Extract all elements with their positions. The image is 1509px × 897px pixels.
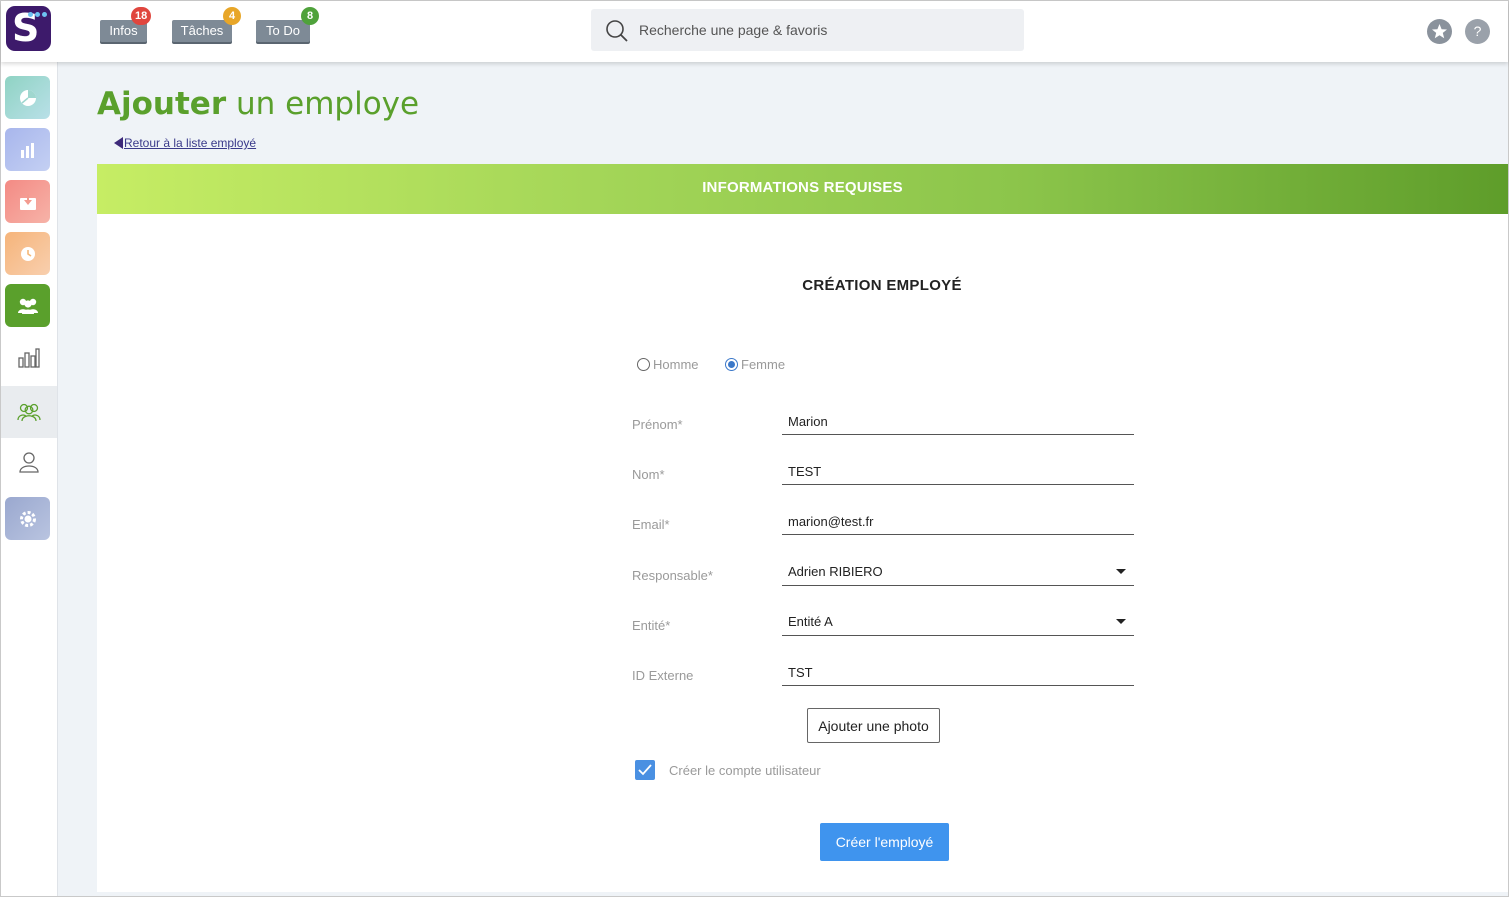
sidebar-item-settings[interactable] xyxy=(5,497,50,540)
sidebar-item-dashboard[interactable] xyxy=(5,76,50,119)
back-to-list-link[interactable]: Retour à la liste employé xyxy=(114,136,256,150)
radio-femme[interactable]: Femme xyxy=(725,357,785,372)
entite-select[interactable]: Entité A xyxy=(782,610,1134,636)
help-button[interactable]: ? xyxy=(1465,19,1490,44)
users-outline-icon xyxy=(17,403,41,422)
radio-femme-label: Femme xyxy=(741,357,786,372)
todo-count-badge: 8 xyxy=(301,7,319,25)
create-account-row[interactable]: Créer le compte utilisateur xyxy=(635,760,821,780)
download-box-icon xyxy=(19,193,36,210)
sidebar-item-team[interactable] xyxy=(5,284,50,327)
nom-input[interactable] xyxy=(782,459,1134,483)
user-outline-icon xyxy=(19,452,39,473)
prenom-field[interactable] xyxy=(782,409,1134,435)
radio-homme[interactable]: Homme xyxy=(637,357,699,372)
radio-homme-label: Homme xyxy=(653,357,699,372)
gear-icon xyxy=(19,510,36,527)
search-icon xyxy=(606,20,628,42)
chevron-down-icon xyxy=(1116,569,1126,574)
tab-infos-label: Infos xyxy=(109,23,138,38)
back-link-label: Retour à la liste employé xyxy=(124,136,257,150)
responsable-value: Adrien RIBIERO xyxy=(788,564,883,579)
nom-field[interactable] xyxy=(782,459,1134,485)
help-icon: ? xyxy=(1473,23,1482,39)
favorites-button[interactable] xyxy=(1427,19,1452,44)
email-field[interactable] xyxy=(782,509,1134,535)
card-header: INFORMATIONS REQUISES xyxy=(97,164,1508,214)
sidebar-item-employees[interactable] xyxy=(1,386,57,438)
clock-icon xyxy=(20,246,35,261)
sidebar-item-time[interactable] xyxy=(5,232,50,275)
page-title: Ajouter un employe xyxy=(97,86,419,122)
tab-infos[interactable]: Infos 18 xyxy=(100,7,152,42)
create-account-label: Créer le compte utilisateur xyxy=(669,762,821,778)
prenom-label: Prénom* xyxy=(632,417,683,432)
star-icon xyxy=(1432,24,1447,39)
page-title-light: un employe xyxy=(235,86,420,122)
chevron-down-icon xyxy=(1116,619,1126,624)
prenom-input[interactable] xyxy=(782,409,1134,433)
sidebar-item-profile[interactable] xyxy=(1,437,57,487)
entite-value: Entité A xyxy=(788,614,833,629)
sidebar xyxy=(1,62,58,896)
sidebar-item-analytics[interactable] xyxy=(1,332,57,382)
bars-outline-icon xyxy=(18,348,40,368)
nom-label: Nom* xyxy=(632,467,665,482)
sidebar-item-inbox[interactable] xyxy=(5,180,50,223)
app-logo[interactable]: S xyxy=(6,6,51,51)
radio-femme-circle[interactable] xyxy=(725,358,738,371)
add-photo-button[interactable]: Ajouter une photo xyxy=(807,708,940,743)
create-account-checkbox[interactable] xyxy=(635,760,655,780)
tab-todo-label: To Do xyxy=(266,23,300,38)
top-bar: S Infos 18 Tâches 4 To Do 8 ? xyxy=(1,1,1508,62)
create-employee-button[interactable]: Créer l'employé xyxy=(820,823,949,861)
back-arrow-icon xyxy=(114,137,123,149)
search-input[interactable] xyxy=(639,19,1009,41)
sidebar-item-stats[interactable] xyxy=(5,128,50,171)
page-title-strong: Ajouter xyxy=(97,86,227,122)
id-externe-field[interactable] xyxy=(782,660,1134,686)
infos-count-badge: 18 xyxy=(131,7,152,25)
email-label: Email* xyxy=(632,517,670,532)
email-input[interactable] xyxy=(782,509,1134,533)
id-externe-label: ID Externe xyxy=(632,668,694,683)
team-icon xyxy=(17,298,38,314)
responsable-label: Responsable* xyxy=(632,568,713,583)
entite-label: Entité* xyxy=(632,618,671,633)
check-icon xyxy=(638,764,652,776)
tab-todo[interactable]: To Do 8 xyxy=(256,7,319,42)
radio-homme-circle[interactable] xyxy=(637,358,650,371)
logo-dots xyxy=(28,12,47,17)
tab-taches[interactable]: Tâches 4 xyxy=(172,7,241,42)
bar-chart-icon xyxy=(20,142,34,158)
tab-taches-label: Tâches xyxy=(180,23,224,38)
form-title: CRÉATION EMPLOYÉ xyxy=(802,277,962,294)
id-externe-input[interactable] xyxy=(782,660,1134,684)
main-content: Ajouter un employe Retour à la liste emp… xyxy=(58,62,1508,896)
search-bar xyxy=(591,9,1024,51)
pie-icon xyxy=(19,89,36,106)
form-card: INFORMATIONS REQUISES CRÉATION EMPLOYÉ H… xyxy=(97,164,1508,892)
taches-count-badge: 4 xyxy=(223,7,241,25)
responsable-select[interactable]: Adrien RIBIERO xyxy=(782,560,1134,586)
